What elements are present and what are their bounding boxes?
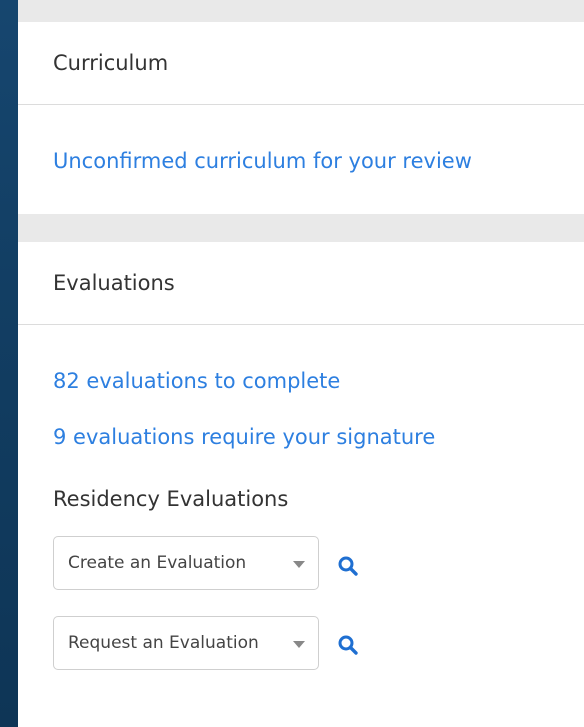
unconfirmed-curriculum-link[interactable]: Unconfirmed curriculum for your review — [53, 149, 472, 173]
evaluations-header: Evaluations — [18, 242, 584, 325]
chevron-down-icon — [293, 641, 305, 648]
request-evaluation-dropdown[interactable]: Request an Evaluation — [53, 616, 319, 670]
search-icon[interactable] — [337, 555, 359, 577]
create-evaluation-selected: Create an Evaluation — [68, 553, 247, 573]
residency-evaluations-title: Residency Evaluations — [53, 487, 289, 511]
request-evaluation-selected: Request an Evaluation — [68, 633, 259, 653]
search-icon[interactable] — [337, 634, 359, 656]
chevron-down-icon — [293, 561, 305, 568]
evaluations-require-signature-link[interactable]: 9 evaluations require your signature — [53, 425, 435, 449]
create-evaluation-dropdown[interactable]: Create an Evaluation — [53, 536, 319, 590]
evaluations-to-complete-link[interactable]: 82 evaluations to complete — [53, 369, 340, 393]
panel-gap-top — [18, 0, 584, 22]
curriculum-header: Curriculum — [18, 22, 584, 105]
panel-gap-middle — [18, 214, 584, 242]
evaluations-panel: Evaluations 82 evaluations to complete 9… — [18, 242, 584, 727]
curriculum-panel: Curriculum Unconfirmed curriculum for yo… — [18, 22, 584, 214]
